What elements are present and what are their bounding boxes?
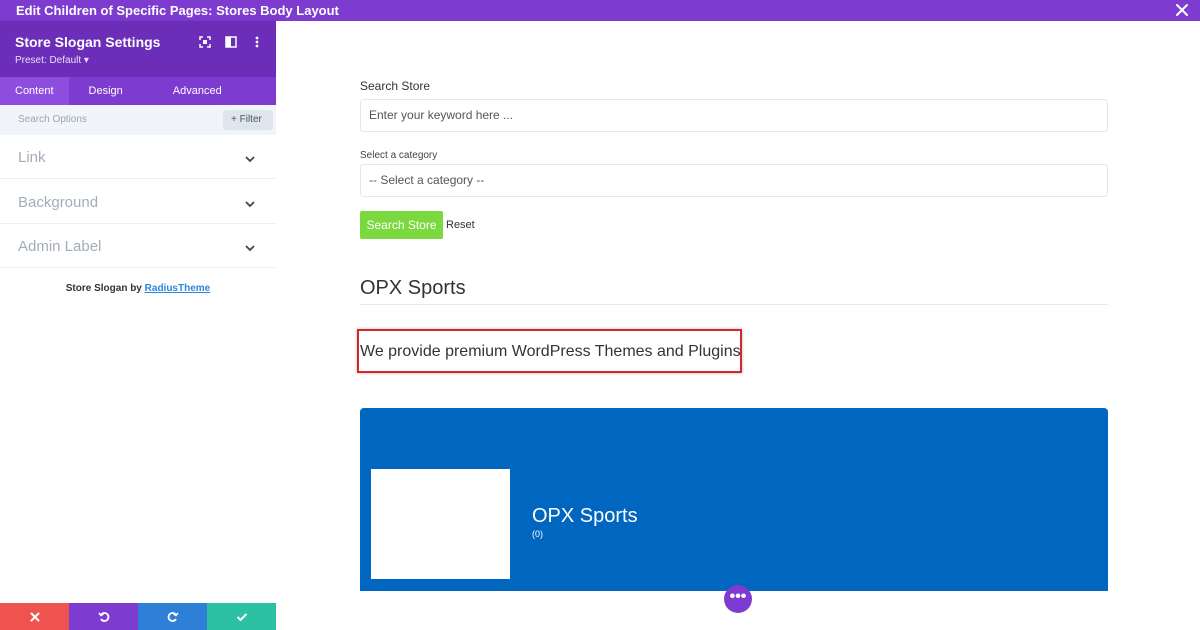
window-title: Edit Children of Specific Pages: Stores … <box>16 3 339 18</box>
close-icon <box>30 612 39 621</box>
banner-store-name: OPX Sports <box>532 505 638 527</box>
panel-header: Store Slogan Settings Preset: Default ▾ <box>0 21 276 77</box>
chevron-down-icon <box>244 196 256 208</box>
store-name-heading: OPX Sports <box>360 277 466 299</box>
page-preview: Search Store Enter your keyword here ...… <box>276 21 1200 630</box>
category-select[interactable]: -- Select a category -- <box>360 164 1108 197</box>
chevron-down-icon <box>244 240 256 252</box>
search-store-button[interactable]: Search Store <box>360 211 443 239</box>
store-rating: (0) <box>532 529 543 539</box>
chevron-down-icon <box>244 151 256 163</box>
preset-dropdown[interactable]: Preset: Default ▾ <box>15 55 89 66</box>
options-search-row: Search Options + Filter <box>0 105 276 135</box>
credit-prefix: Store Slogan by <box>65 283 145 294</box>
tab-content[interactable]: Content <box>0 77 69 105</box>
check-icon <box>236 612 247 621</box>
undo-icon <box>97 611 109 622</box>
keyword-search-input[interactable]: Enter your keyword here ... <box>360 99 1108 132</box>
store-banner: OPX Sports (0) <box>360 408 1108 591</box>
expand-icon[interactable] <box>198 35 212 49</box>
section-label: Background <box>18 194 99 211</box>
discard-button[interactable] <box>0 603 69 630</box>
settings-tabs: Content Design Advanced <box>0 77 276 105</box>
search-options-input[interactable]: Search Options <box>18 114 87 125</box>
undo-button[interactable] <box>69 603 138 630</box>
search-store-label: Search Store <box>360 79 431 93</box>
section-admin-label[interactable]: Admin Label <box>0 224 276 268</box>
category-label: Select a category <box>360 150 438 161</box>
module-credit: Store Slogan by RadiusTheme <box>0 283 276 294</box>
reset-link[interactable]: Reset <box>446 219 475 231</box>
panel-title: Store Slogan Settings <box>15 34 161 50</box>
close-icon[interactable] <box>1174 2 1190 18</box>
builder-menu-button[interactable]: ••• <box>724 585 752 613</box>
section-label: Admin Label <box>18 238 102 255</box>
section-background[interactable]: Background <box>0 180 276 224</box>
divider <box>360 304 1108 305</box>
settings-panel: Store Slogan Settings Preset: Default ▾ … <box>0 21 276 630</box>
section-link[interactable]: Link <box>0 135 276 179</box>
panel-action-bar <box>0 603 276 630</box>
tab-advanced[interactable]: Advanced <box>143 77 237 105</box>
store-logo <box>371 469 510 579</box>
tab-design[interactable]: Design <box>69 77 143 105</box>
credit-link[interactable]: RadiusTheme <box>145 283 211 294</box>
sidebar-toggle-icon[interactable] <box>224 35 238 49</box>
builder-top-bar: Edit Children of Specific Pages: Stores … <box>0 0 1200 21</box>
store-slogan[interactable]: We provide premium WordPress Themes and … <box>360 343 741 361</box>
more-options-icon[interactable] <box>250 35 264 49</box>
save-button[interactable] <box>207 603 276 630</box>
filter-button[interactable]: + Filter <box>223 110 273 130</box>
section-label: Link <box>18 149 46 166</box>
redo-button[interactable] <box>138 603 207 630</box>
redo-icon <box>167 611 179 622</box>
